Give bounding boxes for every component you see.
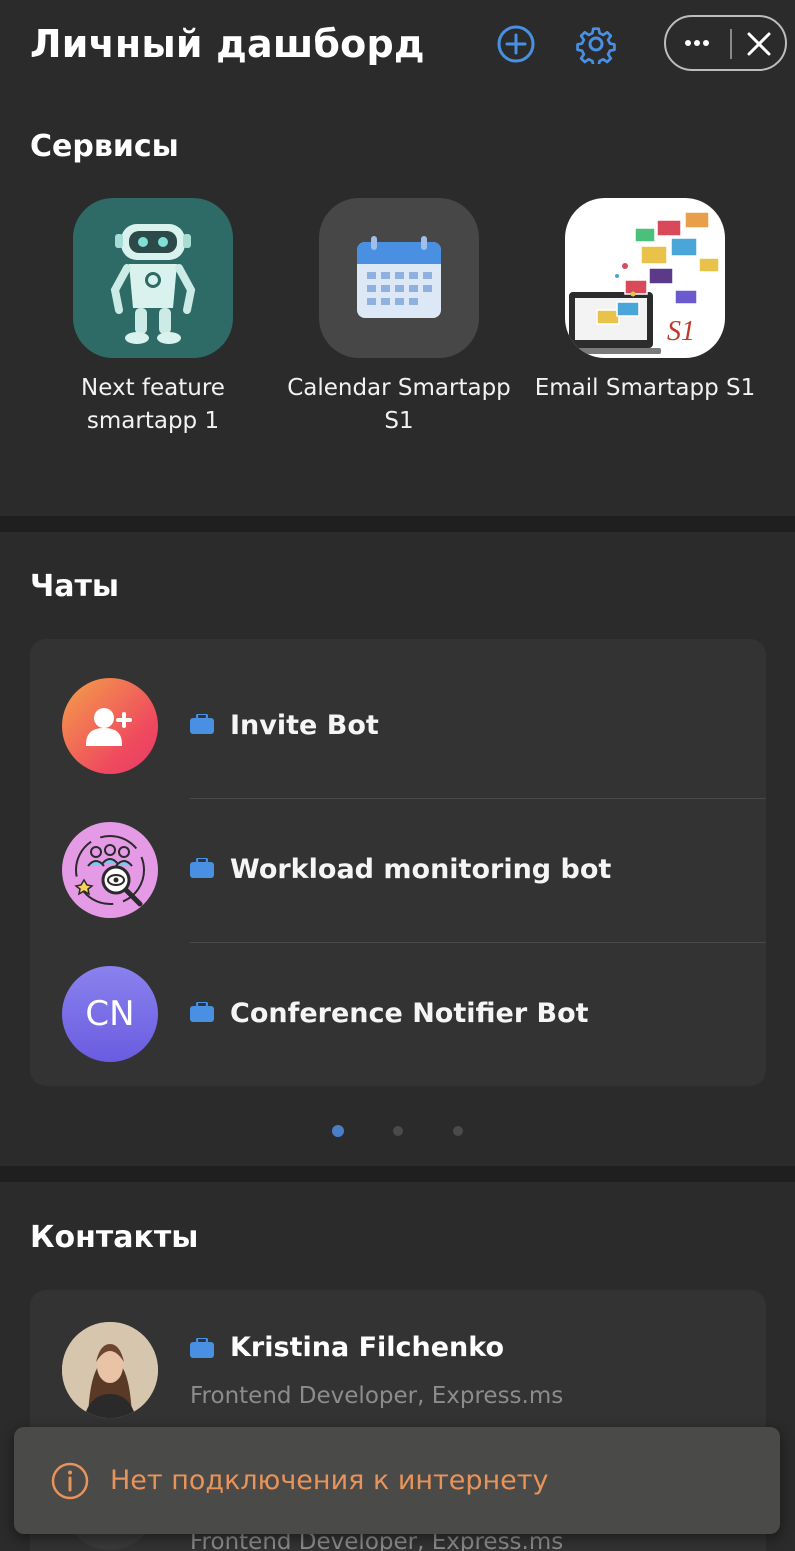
service-label: Next feature smartapp 1: [81, 375, 225, 434]
contact-name: Kristina Filchenko: [230, 1332, 505, 1363]
chats-card: Invite Bot Workload monitoring bot CN Co…: [30, 639, 766, 1086]
gear-icon[interactable]: [576, 24, 616, 67]
contact-item[interactable]: Kristina Filchenko Frontend Developer, E…: [30, 1290, 766, 1450]
briefcase-icon: [190, 857, 214, 878]
app-header: Личный дашборд: [0, 0, 795, 91]
chat-name: Workload monitoring bot: [230, 854, 612, 885]
contact-role: Frontend Developer, Express.ms: [190, 1383, 564, 1409]
close-icon[interactable]: [744, 29, 774, 59]
chat-item-conference-bot[interactable]: CN Conference Notifier Bot: [30, 942, 766, 1086]
pager-dot[interactable]: [453, 1126, 463, 1136]
more-dots-icon[interactable]: [682, 30, 712, 56]
page-title: Личный дашборд: [30, 22, 425, 66]
briefcase-icon: [190, 1337, 214, 1358]
chat-item-invite-bot[interactable]: Invite Bot: [30, 654, 766, 798]
info-circle-icon: [50, 1461, 90, 1501]
window-controls: [664, 15, 787, 71]
service-label: Calendar Smartapp S1: [287, 375, 511, 434]
calendar-icon: [319, 198, 479, 358]
chat-item-workload-bot[interactable]: Workload monitoring bot: [30, 798, 766, 942]
chat-name: Invite Bot: [230, 710, 379, 741]
chat-name: Conference Notifier Bot: [230, 998, 589, 1029]
capsule-divider: [730, 29, 732, 59]
svg-text:S1: S1: [667, 316, 695, 347]
briefcase-icon: [190, 713, 214, 734]
chats-pager: [0, 1125, 795, 1139]
chats-section: Чаты Invite Bot Workload monitoring bot …: [0, 532, 795, 1166]
briefcase-icon: [190, 1001, 214, 1022]
chats-title: Чаты: [30, 569, 120, 604]
add-circle-icon[interactable]: [496, 24, 536, 64]
service-item-email[interactable]: S1 Email Smartapp S1: [525, 198, 765, 405]
avatar: [62, 1322, 158, 1418]
offline-toast: Нет подключения к интернету: [14, 1427, 780, 1534]
email-envelopes-icon: S1: [565, 198, 725, 358]
service-label: Email Smartapp S1: [534, 375, 756, 401]
robot-icon: [73, 198, 233, 358]
contacts-title: Контакты: [30, 1220, 199, 1255]
toast-message: Нет подключения к интернету: [110, 1465, 549, 1496]
avatar-initials-text: CN: [85, 994, 135, 1034]
avatar-initials: CN: [62, 966, 158, 1062]
pager-dot-active[interactable]: [332, 1125, 344, 1137]
services-section: Сервисы Next feature smartapp 1 Calendar…: [0, 91, 795, 516]
add-user-icon: [62, 678, 158, 774]
team-search-icon: [62, 822, 158, 918]
pager-dot[interactable]: [393, 1126, 403, 1136]
service-item-next-feature[interactable]: Next feature smartapp 1: [33, 198, 273, 438]
service-item-calendar[interactable]: Calendar Smartapp S1: [279, 198, 519, 438]
services-title: Сервисы: [30, 129, 179, 164]
